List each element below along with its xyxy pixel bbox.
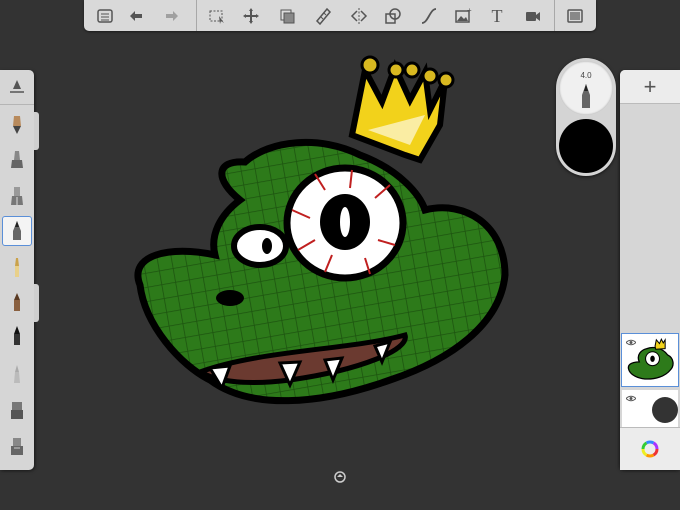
top-toolbar: + T xyxy=(84,0,596,31)
undo-icon[interactable] xyxy=(122,3,148,29)
fine-pen-brush[interactable] xyxy=(3,360,31,388)
background-color-swatch[interactable] xyxy=(652,397,678,423)
curve-icon[interactable] xyxy=(416,3,442,29)
list-icon[interactable] xyxy=(92,3,118,29)
pencil-brush[interactable] xyxy=(3,146,31,174)
toolbar-divider xyxy=(196,0,197,31)
transform-icon[interactable] xyxy=(238,3,264,29)
image-icon[interactable]: + xyxy=(450,3,476,29)
canvas-rotate-icon[interactable] xyxy=(334,471,346,483)
shape-icon[interactable] xyxy=(380,3,406,29)
layer-thumbnail xyxy=(627,337,674,380)
brush-properties-icon[interactable] xyxy=(0,70,34,105)
symmetry-icon[interactable] xyxy=(346,3,372,29)
brush-panel-handle[interactable] xyxy=(34,112,39,150)
airbrush-brush[interactable] xyxy=(3,254,31,282)
video-icon[interactable] xyxy=(520,3,546,29)
ballpoint-icon xyxy=(582,84,590,108)
layer-panel: + xyxy=(620,70,680,470)
croc-small-pupil xyxy=(262,238,272,254)
color-wheel-icon[interactable] xyxy=(620,427,680,470)
eye-icon[interactable] xyxy=(625,394,637,404)
croc-small-eye xyxy=(231,224,289,268)
fullscreen-icon[interactable] xyxy=(562,3,588,29)
ballpoint-brush[interactable] xyxy=(2,216,32,246)
text-icon[interactable]: T xyxy=(484,3,510,29)
crown-ball xyxy=(360,55,380,75)
brush-size-control[interactable]: 4.0 xyxy=(559,61,613,115)
crown-ball xyxy=(403,61,421,79)
lasso-fill-brush[interactable] xyxy=(3,110,31,138)
redo-icon[interactable] xyxy=(160,3,186,29)
ruler-icon[interactable] xyxy=(310,3,336,29)
paintbrush-brush[interactable] xyxy=(3,288,31,316)
brush-puck: 4.0 xyxy=(556,58,616,176)
croc-nostril xyxy=(216,290,244,306)
svg-text:+: + xyxy=(467,7,472,15)
add-layer-button[interactable]: + xyxy=(620,70,680,104)
crown-ball xyxy=(387,61,405,79)
text-tool-label: T xyxy=(491,5,503,26)
canvas-artwork[interactable] xyxy=(120,50,520,430)
toolbar-divider xyxy=(554,0,555,31)
marker-brush[interactable] xyxy=(3,182,31,210)
layer-edit-icon[interactable] xyxy=(274,3,300,29)
crown-ball xyxy=(437,71,455,89)
brush-panel-handle[interactable] xyxy=(34,284,39,322)
croc-big-pupil xyxy=(340,207,350,237)
smudge-brush[interactable] xyxy=(3,432,31,460)
selection-icon[interactable] xyxy=(204,3,230,29)
crown-ball xyxy=(421,67,439,85)
brush-color-swatch[interactable] xyxy=(559,119,613,173)
layer-drawing[interactable] xyxy=(621,333,679,387)
brush-palette xyxy=(0,70,34,470)
dark-brush[interactable] xyxy=(3,322,31,350)
eraser-brush[interactable] xyxy=(3,396,31,424)
brush-size-label: 4.0 xyxy=(580,71,592,80)
